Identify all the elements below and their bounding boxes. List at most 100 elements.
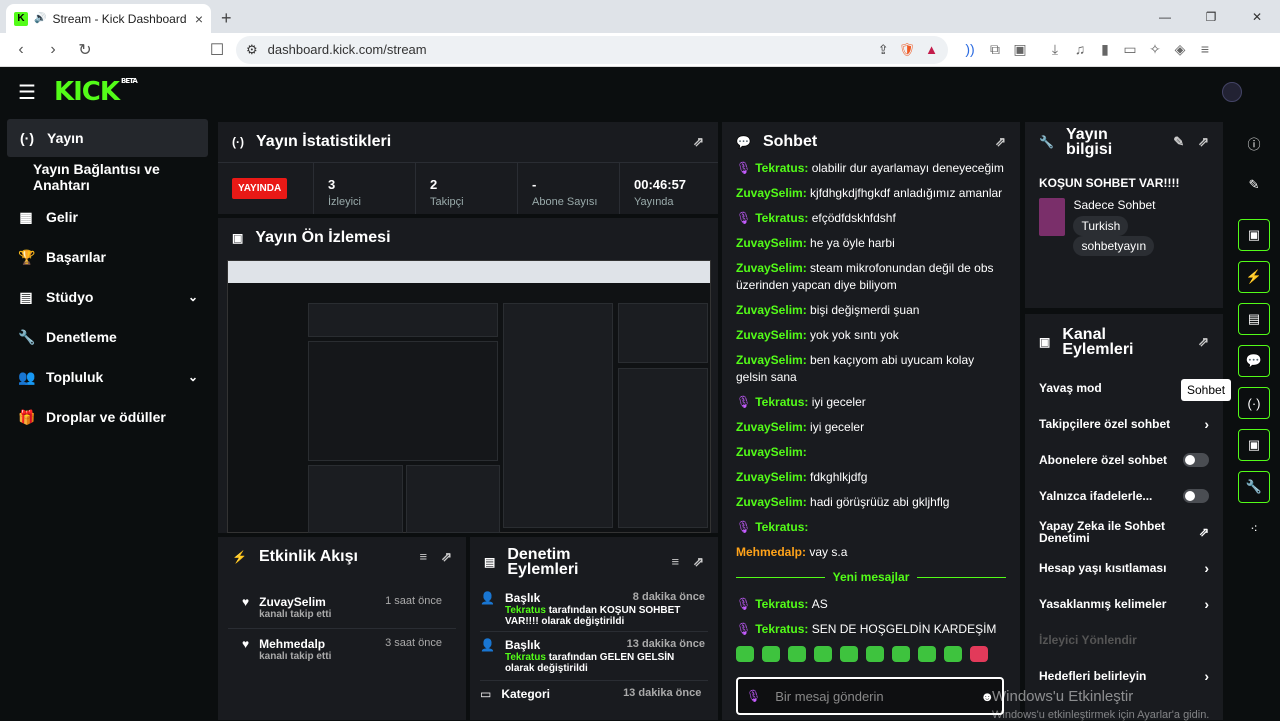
- popout-icon[interactable]: ⇗: [1198, 334, 1209, 350]
- chat-input[interactable]: 🎙 Bir mesaj gönderin ☻: [736, 677, 1004, 715]
- screenshot-icon[interactable]: ▣: [1012, 41, 1028, 58]
- bookmark-icon[interactable]: ☐: [204, 37, 230, 63]
- channel-action-row[interactable]: Hesap yaşı kısıtlaması ›: [1025, 550, 1223, 586]
- tab-close-icon[interactable]: ×: [195, 11, 203, 27]
- bolt-icon[interactable]: ⚡: [1238, 261, 1270, 293]
- channel-action-row[interactable]: Yasaklanmış kelimeler ›: [1025, 586, 1223, 622]
- hamburger-icon[interactable]: ☰: [18, 80, 36, 105]
- more-icon[interactable]: ⁖: [1238, 513, 1270, 545]
- close-window-icon[interactable]: ✕: [1234, 0, 1280, 33]
- channel-action-row[interactable]: Takipçilere özel sohbet ›: [1025, 406, 1223, 442]
- popout-icon[interactable]: ⇗: [995, 134, 1006, 150]
- chat-username[interactable]: ZuvaySelim: [736, 470, 803, 484]
- chat-username[interactable]: Mehmedalp: [736, 545, 802, 559]
- channel-action-row[interactable]: Yalnızca ifadelerle...: [1025, 478, 1223, 514]
- menu-icon[interactable]: ≡: [1197, 41, 1213, 58]
- chat-username[interactable]: ZuvaySelim: [736, 236, 803, 250]
- forward-icon[interactable]: ›: [40, 37, 66, 63]
- leo-ai-icon[interactable]: ✧: [1147, 41, 1163, 58]
- emote-icon[interactable]: [788, 646, 806, 662]
- popout-icon[interactable]: ⇗: [1198, 134, 1209, 150]
- chat-username[interactable]: Tekratus: [755, 395, 804, 409]
- chat-username[interactable]: ZuvaySelim: [736, 445, 803, 459]
- category-name[interactable]: Sadece Sohbet: [1073, 198, 1209, 212]
- channel-icon[interactable]: ▣: [1238, 429, 1270, 461]
- sidebar-item-basarilar[interactable]: 🏆 Başarılar: [0, 237, 216, 277]
- tag[interactable]: sohbetyayın: [1073, 236, 1155, 256]
- vpn-icon[interactable]: ◈: [1172, 41, 1188, 58]
- channel-action-row[interactable]: Abonelere özel sohbet: [1025, 442, 1223, 478]
- emote-icon[interactable]: [840, 646, 858, 662]
- toggle-switch[interactable]: [1183, 453, 1209, 467]
- chat-username[interactable]: ZuvaySelim: [736, 261, 803, 275]
- restore-icon[interactable]: ❐: [1188, 0, 1234, 33]
- tab-title: Stream - Kick Dashboard: [52, 11, 187, 26]
- chat-username[interactable]: ZuvaySelim: [736, 495, 803, 509]
- chat-username[interactable]: Tekratus: [755, 597, 804, 611]
- category-thumbnail: [1039, 198, 1066, 236]
- channel-action-row[interactable]: Yapay Zeka ile Sohbet Denetimi ⇗: [1025, 514, 1223, 550]
- minimize-icon[interactable]: —: [1142, 0, 1188, 33]
- emote-icon[interactable]: [736, 646, 754, 662]
- chat-username[interactable]: ZuvaySelim: [736, 353, 803, 367]
- chat-username[interactable]: Tekratus: [755, 520, 804, 534]
- studio-icon: ▤: [19, 288, 33, 305]
- sidebar-item-denetleme[interactable]: 🔧 Denetleme: [0, 317, 216, 357]
- filter-icon[interactable]: ≡: [420, 549, 428, 565]
- sidebar-toggle-icon[interactable]: ▮: [1097, 41, 1113, 58]
- emote-icon[interactable]: [866, 646, 884, 662]
- chat-username[interactable]: Tekratus: [755, 161, 804, 175]
- sidebar-item-yayin[interactable]: (·) Yayın: [7, 119, 208, 157]
- popout-icon[interactable]: ⇗: [441, 549, 452, 565]
- chat-username[interactable]: ZuvaySelim: [736, 303, 803, 317]
- chat-username[interactable]: ZuvaySelim: [736, 420, 803, 434]
- emote-icon[interactable]: [762, 646, 780, 662]
- edit-icon[interactable]: ✎: [1238, 169, 1270, 201]
- share-icon[interactable]: ⇪: [878, 42, 889, 58]
- brave-rewards-icon[interactable]: ▲: [925, 42, 938, 57]
- emote-icon[interactable]: [944, 646, 962, 662]
- back-icon[interactable]: ‹: [8, 37, 34, 63]
- stream-preview-video[interactable]: [227, 260, 711, 533]
- chat-username[interactable]: ZuvaySelim: [736, 328, 803, 342]
- mic-icon: 🎙: [736, 161, 752, 175]
- media-icon[interactable]: ♫: [1072, 41, 1088, 58]
- avatar[interactable]: [1222, 82, 1242, 102]
- extensions-icon[interactable]: ⧉: [987, 41, 1003, 58]
- info-icon[interactable]: ⓘ: [1238, 127, 1270, 159]
- kick-logo[interactable]: KICK BETA: [54, 77, 138, 107]
- brave-shield-icon[interactable]: 🛡: [899, 42, 916, 58]
- tag[interactable]: Turkish: [1073, 216, 1129, 236]
- chat-username[interactable]: ZuvaySelim: [736, 186, 803, 200]
- emote-icon[interactable]: [970, 646, 988, 662]
- wallet-icon[interactable]: ▭: [1122, 41, 1138, 58]
- sidebar-item-gelir[interactable]: ▦ Gelir: [0, 197, 216, 237]
- popout-icon[interactable]: ⇗: [693, 134, 704, 150]
- stream-preview-toggle-icon[interactable]: ▣: [1238, 219, 1270, 251]
- sidebar-item-studyo[interactable]: ▤ Stüdyo ⌄: [0, 277, 216, 317]
- toggle-switch[interactable]: [1183, 489, 1209, 503]
- emote-icon[interactable]: [918, 646, 936, 662]
- edit-icon[interactable]: ✎: [1173, 134, 1184, 150]
- chat-username[interactable]: Tekratus: [755, 622, 804, 636]
- broadcast-icon[interactable]: (·): [1238, 387, 1270, 419]
- emote-icon[interactable]: [892, 646, 910, 662]
- new-tab-button[interactable]: +: [221, 8, 232, 29]
- follower-count: 2: [430, 177, 438, 192]
- sidebar-item-topluluk[interactable]: 👥 Topluluk ⌄: [0, 357, 216, 397]
- audio-icon[interactable]: )): [962, 41, 978, 58]
- sidebar-item-stream-key[interactable]: Yayın Bağlantısı ve Anahtarı: [0, 157, 216, 197]
- chat-username[interactable]: Tekratus: [755, 211, 804, 225]
- reload-icon[interactable]: ↻: [72, 37, 98, 63]
- popout-icon[interactable]: ⇗: [693, 554, 704, 570]
- chat-toggle-icon[interactable]: 💬: [1238, 345, 1270, 377]
- emote-icon[interactable]: [814, 646, 832, 662]
- download-icon[interactable]: ⤓: [1047, 41, 1063, 58]
- note-icon[interactable]: ▤: [1238, 303, 1270, 335]
- wrench-icon[interactable]: 🔧: [1238, 471, 1270, 503]
- site-info-icon[interactable]: ⚙: [246, 42, 258, 58]
- browser-tab[interactable]: K 🔊 Stream - Kick Dashboard ×: [6, 4, 211, 33]
- sidebar-item-droplar[interactable]: 🎁 Droplar ve ödüller: [0, 397, 216, 437]
- url-field[interactable]: ⚙ dashboard.kick.com/stream ⇪ 🛡 ▲: [236, 35, 948, 64]
- filter-icon[interactable]: ≡: [672, 554, 680, 570]
